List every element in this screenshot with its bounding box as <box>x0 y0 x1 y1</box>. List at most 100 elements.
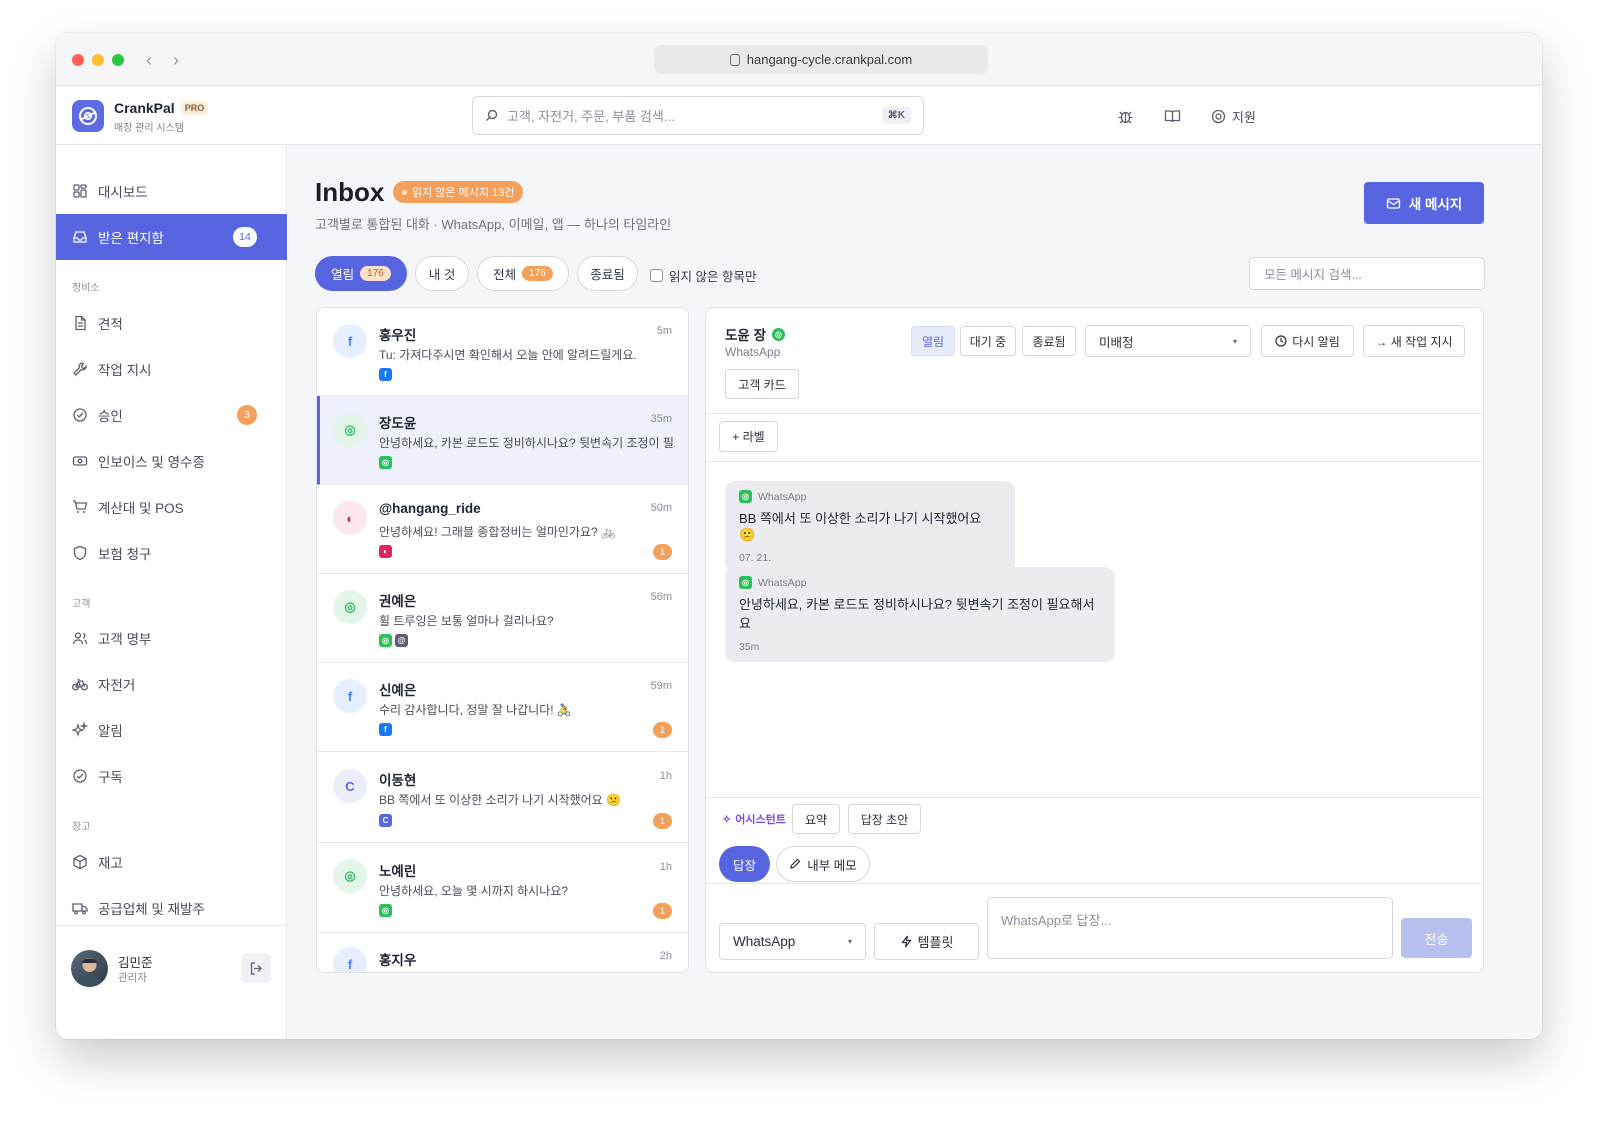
minimize-window-button[interactable] <box>92 54 104 66</box>
status-closed-button[interactable]: 종료됨 <box>1022 326 1076 356</box>
avatar: f <box>333 679 367 713</box>
conversation-item[interactable]: f 홍지우 2h <box>317 933 688 972</box>
filter-all[interactable]: 전체 176 <box>477 256 569 291</box>
new-work-order-button[interactable]: → 새 작업 지시 <box>1363 325 1465 357</box>
conversation-item[interactable]: ◐ @hangang_ride 50m 안녕하세요! 그래블 종합정비는 얼마인… <box>317 485 688 574</box>
filter-open[interactable]: 열림 176 <box>315 256 407 291</box>
conversation-item[interactable]: f 홍우진 5m Tu: 가져다주시면 확인해서 오늘 안에 알려드릴게요. f <box>317 308 688 396</box>
conversation-item[interactable]: C 이동현 1h BB 쪽에서 또 이상한 소리가 나기 시작했어요 😕 C 1 <box>317 752 688 843</box>
sidebar-item-invoices[interactable]: 인보이스 및 영수증 <box>56 438 287 484</box>
conversation-time: 50m <box>650 502 672 514</box>
support-button[interactable]: 지원 <box>1211 107 1256 126</box>
facebook-icon: f <box>379 723 392 736</box>
receipt-icon <box>72 456 88 466</box>
sidebar-item-dashboard[interactable]: 대시보드 <box>56 168 287 214</box>
status-pending-button[interactable]: 대기 중 <box>960 326 1016 356</box>
app-name: CrankPal PRO <box>114 100 209 116</box>
dashboard-icon <box>73 184 87 198</box>
assistant-label: ✧ 어시스턴트 <box>722 813 786 827</box>
document-icon <box>75 315 86 331</box>
book-icon[interactable] <box>1164 108 1181 125</box>
tab-internal-note[interactable]: 내부 메모 <box>776 846 870 882</box>
user-role: 관리자 <box>118 972 147 984</box>
unread-only-toggle[interactable]: 읽지 않은 항목만 <box>650 266 756 285</box>
crankpal-logo[interactable] <box>72 100 104 132</box>
inbox-count-badge: 14 <box>233 227 257 247</box>
address-bar[interactable]: hangang-cycle.crankpal.com <box>654 45 988 74</box>
conversation-preview: Tu: 가져다주시면 확인해서 오늘 안에 알려드릴게요. <box>379 348 637 362</box>
logout-icon <box>250 961 262 975</box>
mail-icon <box>1386 197 1400 209</box>
summarize-button[interactable]: 요약 <box>792 804 840 834</box>
browser-titlebar: ‹ › hangang-cycle.crankpal.com <box>56 33 1542 86</box>
maximize-window-button[interactable] <box>112 54 124 66</box>
bug-icon[interactable] <box>1117 108 1134 125</box>
sidebar-item-customers[interactable]: 고객 명부 <box>56 615 287 661</box>
sidebar-item-quotes[interactable]: 견적 <box>56 300 287 346</box>
conversation-item[interactable]: ◎ 노예린 1h 안녕하세요, 오늘 몇 시까지 하시나요? ◎ 1 <box>317 843 688 933</box>
conversation-time: 56m <box>650 591 672 603</box>
sidebar-item-label: 인보이스 및 영수증 <box>98 455 205 470</box>
conversation-name: 권예은 <box>379 594 417 609</box>
tab-reply[interactable]: 답장 <box>719 846 770 882</box>
instagram-icon: ◐ <box>379 545 392 558</box>
sidebar-item-bicycles[interactable]: 자전거 <box>56 661 287 707</box>
sidebar-item-inbox[interactable]: 받은 편지함 14 <box>56 214 287 260</box>
forward-arrow-icon[interactable]: › <box>173 51 179 69</box>
sidebar-item-pos[interactable]: 계산대 및 POS <box>56 484 287 530</box>
message-time: 07. 21. <box>739 552 772 564</box>
draft-reply-button[interactable]: 답장 초안 <box>848 804 921 834</box>
conversation-time: 2h <box>659 950 672 962</box>
conversation-preview: 수리 감사합니다, 정말 잘 나갑니다! 🚴 <box>379 703 572 717</box>
facebook-icon: f <box>379 368 392 381</box>
logout-button[interactable] <box>241 953 271 983</box>
sidebar-section-title: 고객 <box>72 599 91 610</box>
user-avatar[interactable] <box>71 950 108 987</box>
whatsapp-icon: ◎ <box>379 904 392 917</box>
main-content: Inbox 읽지 않은 메시지 13건 고객별로 통합된 대화 · WhatsA… <box>287 145 1542 1039</box>
assignee-select[interactable]: 미배정 ▾ <box>1085 325 1251 357</box>
remind-button[interactable]: 다시 알림 <box>1261 325 1354 357</box>
reply-textarea[interactable]: WhatsApp로 답장... <box>987 897 1393 959</box>
sidebar-item-label: 견적 <box>98 317 123 332</box>
template-button[interactable]: 템플릿 <box>874 923 979 960</box>
send-button[interactable]: 전송 <box>1401 918 1472 958</box>
filter-mine[interactable]: 내 것 <box>415 256 469 291</box>
global-search-input[interactable]: 고객, 자전거, 주문, 부품 검색... ⌘K <box>472 96 924 135</box>
conversation-name: 이동현 <box>379 773 417 788</box>
back-arrow-icon[interactable]: ‹ <box>146 51 152 69</box>
box-icon <box>73 854 87 870</box>
customer-card-button[interactable]: 고객 카드 <box>725 369 799 399</box>
sidebar-item-label: 공급업체 및 재발주 <box>98 902 205 917</box>
sidebar-item-work-orders[interactable]: 작업 지시 <box>56 346 287 392</box>
cart-icon <box>73 500 88 513</box>
sidebar-item-inventory[interactable]: 재고 <box>56 839 287 885</box>
reply-channel-select[interactable]: WhatsApp ▾ <box>719 923 866 960</box>
sidebar-item-insurance[interactable]: 보험 청구 <box>56 530 287 576</box>
sidebar-item-label: 고객 명부 <box>98 632 152 647</box>
status-open-button[interactable]: 열림 <box>911 326 955 356</box>
user-name: 김민준 <box>118 956 153 970</box>
bicycle-icon <box>72 678 88 691</box>
conversation-name: 장도윤 <box>379 416 417 431</box>
sidebar-section-title: 정비소 <box>72 283 100 294</box>
filter-closed[interactable]: 종료됨 <box>577 256 638 291</box>
sidebar-item-label: 승인 <box>98 409 123 424</box>
sidebar-item-approvals[interactable]: 승인 3 <box>56 392 287 438</box>
sparkle-icon: ✧ <box>722 813 732 826</box>
message-search-input[interactable]: 모든 메시지 검색... <box>1249 257 1485 290</box>
users-icon <box>72 632 88 645</box>
sidebar-item-notifications[interactable]: 알림 <box>56 707 287 753</box>
conversation-item[interactable]: ◎ 권예은 56m 휠 트루잉은 보통 얼마나 걸리나요? ◎ @ <box>317 574 688 663</box>
unread-only-checkbox[interactable] <box>650 269 663 282</box>
close-window-button[interactable] <box>72 54 84 66</box>
support-label: 지원 <box>1232 110 1256 125</box>
message-time: 35m <box>739 641 760 653</box>
add-label-button[interactable]: + 라벨 <box>719 421 778 452</box>
conversation-item[interactable]: ◎ 장도윤 35m 안녕하세요, 카본 로드도 정비하시나요? 뒷변속기 조정이… <box>317 396 688 485</box>
avatar: ◎ <box>333 590 367 624</box>
unread-count-badge: 1 <box>653 813 672 829</box>
sidebar-item-subscriptions[interactable]: 구독 <box>56 753 287 799</box>
new-message-button[interactable]: 새 메시지 <box>1364 182 1484 224</box>
conversation-item[interactable]: f 신예은 59m 수리 감사합니다, 정말 잘 나갑니다! 🚴 f 1 <box>317 663 688 752</box>
